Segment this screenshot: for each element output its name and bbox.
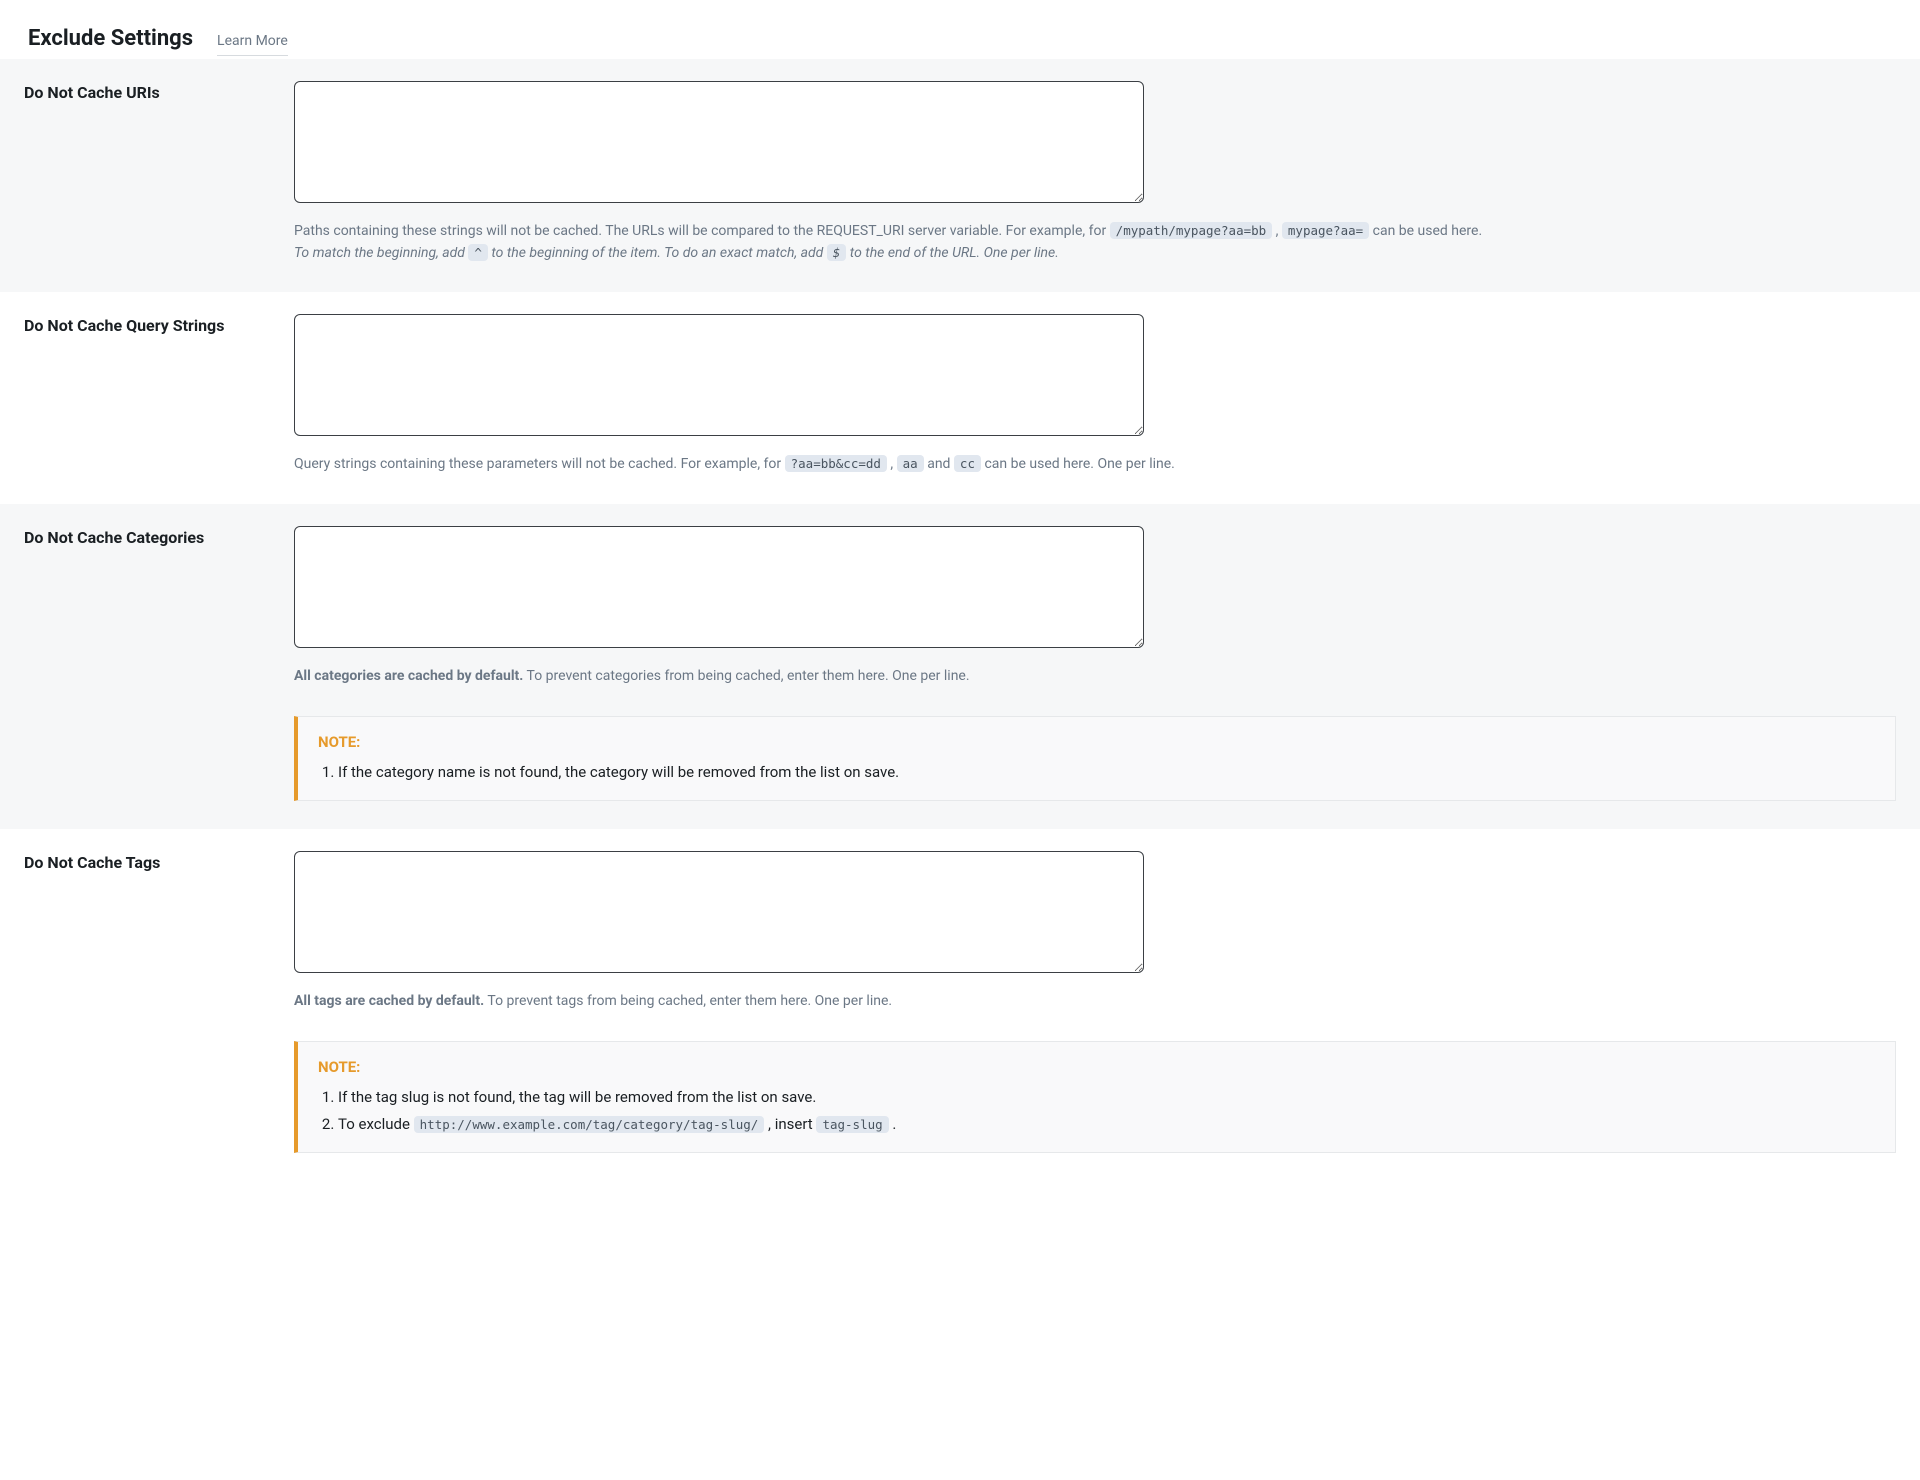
help-text: to the beginning of the item. To do an e… — [491, 245, 826, 261]
note-item: If the tag slug is not found, the tag wi… — [338, 1086, 1875, 1109]
note-item: If the category name is not found, the c… — [338, 761, 1875, 784]
code-sample: ?aa=bb&cc=dd — [785, 455, 887, 472]
help-text: Paths containing these strings will not … — [294, 223, 1110, 239]
code-sample: aa — [897, 455, 924, 472]
help-text: can be used here. One per line. — [984, 456, 1174, 472]
help-bold: All tags are cached by default. — [294, 993, 484, 1009]
uris-help: Paths containing these strings will not … — [294, 221, 1896, 264]
page-title: Exclude Settings — [28, 26, 193, 51]
code-sample: $ — [827, 244, 847, 261]
section-do-not-cache-categories: Do Not Cache Categories All categories a… — [0, 504, 1920, 829]
note-item: To exclude http://www.example.com/tag/ca… — [338, 1113, 1875, 1136]
help-text: and — [927, 456, 954, 472]
note-title: NOTE: — [318, 1058, 1875, 1076]
label-query-strings: Do Not Cache Query Strings — [24, 314, 294, 335]
help-text: To match the beginning, add — [294, 245, 468, 261]
note-title: NOTE: — [318, 733, 1875, 751]
help-text: To prevent tags from being cached, enter… — [484, 993, 892, 1009]
help-text: , — [890, 456, 896, 472]
label-categories: Do Not Cache Categories — [24, 526, 294, 547]
note-text: To exclude — [338, 1115, 414, 1133]
qs-help: Query strings containing these parameter… — [294, 454, 1896, 476]
section-do-not-cache-uris: Do Not Cache URIs Paths containing these… — [0, 59, 1920, 292]
help-text: Query strings containing these parameter… — [294, 456, 785, 472]
section-do-not-cache-tags: Do Not Cache Tags All tags are cached by… — [0, 829, 1920, 1181]
label-uris: Do Not Cache URIs — [24, 81, 294, 102]
label-tags: Do Not Cache Tags — [24, 851, 294, 872]
note-text: . — [892, 1115, 896, 1133]
help-bold: All categories are cached by default. — [294, 668, 523, 684]
code-sample: mypage?aa= — [1282, 222, 1369, 239]
uris-input[interactable] — [294, 81, 1144, 203]
section-do-not-cache-query-strings: Do Not Cache Query Strings Query strings… — [0, 292, 1920, 504]
help-text: to the end of the URL. One per line. — [850, 245, 1059, 261]
help-text: can be used here. — [1373, 223, 1483, 239]
code-sample: http://www.example.com/tag/category/tag-… — [414, 1116, 765, 1133]
note-box-categories: NOTE: If the category name is not found,… — [294, 716, 1896, 801]
query-strings-input[interactable] — [294, 314, 1144, 436]
note-box-tags: NOTE: If the tag slug is not found, the … — [294, 1041, 1896, 1154]
code-sample: cc — [954, 455, 981, 472]
cats-help: All categories are cached by default. To… — [294, 666, 1896, 688]
note-text: , insert — [768, 1115, 816, 1133]
help-text: To prevent categories from being cached,… — [523, 668, 969, 684]
categories-input[interactable] — [294, 526, 1144, 648]
tags-input[interactable] — [294, 851, 1144, 973]
tags-help: All tags are cached by default. To preve… — [294, 991, 1896, 1013]
learn-more-link[interactable]: Learn More — [217, 33, 288, 56]
code-sample: tag-slug — [816, 1116, 888, 1133]
code-sample: /mypath/mypage?aa=bb — [1110, 222, 1273, 239]
help-text: , — [1276, 223, 1282, 239]
code-sample: ^ — [468, 244, 488, 261]
